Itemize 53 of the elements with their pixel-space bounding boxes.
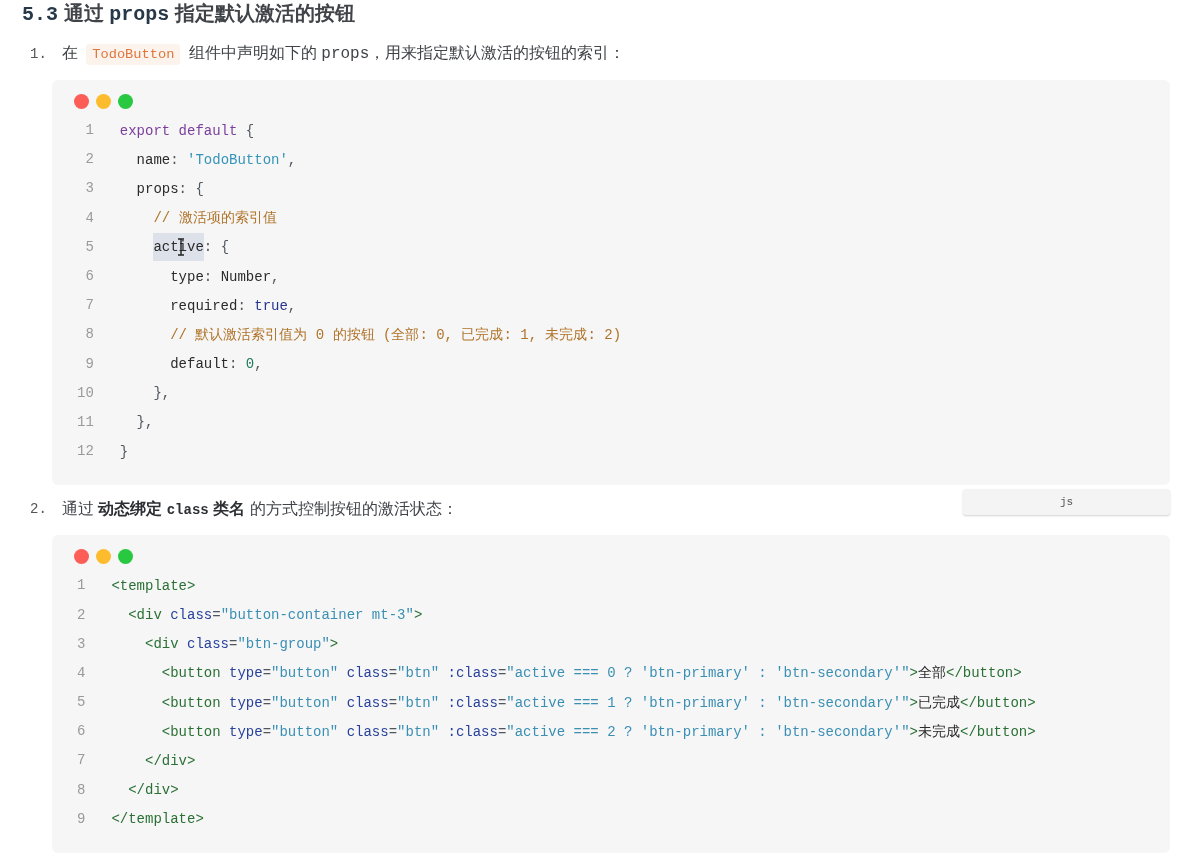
code-line: <div class="btn-group">: [144, 635, 339, 655]
line-number: 6: [84, 267, 94, 287]
line-number: 7: [84, 296, 94, 316]
line-number: 2: [84, 150, 94, 170]
list-number: 1.: [30, 45, 47, 64]
line-number: 12: [77, 442, 94, 462]
code-line: </div>: [127, 781, 179, 801]
code-line: <template>: [111, 576, 196, 596]
code-line: // 激活项的索引值: [152, 209, 277, 229]
window-dot-icon: [74, 94, 89, 109]
line-number: 9: [77, 809, 86, 829]
line-number: 8: [77, 780, 86, 800]
code-line: type: Number,: [169, 267, 280, 287]
code-line: // 默认激活索引值为 0 的按钮 (全部: 0, 已完成: 1, 未完成: 2): [169, 325, 622, 345]
window-dot-icon: [118, 549, 133, 565]
line-number: 1: [84, 121, 94, 141]
line-number: 8: [84, 325, 94, 345]
line-number: 6: [77, 722, 86, 742]
code-line: },: [135, 413, 154, 433]
section-heading: 5.3 通过 props 指定默认激活的按钮: [22, 1, 356, 26]
window-dot-icon: [96, 94, 111, 109]
line-number: 1: [77, 576, 86, 596]
line-number: 4: [77, 663, 86, 683]
list-text: 在 TodoButton 组件中声明如下的 props，用来指定默认激活的按钮的索引：: [61, 43, 626, 67]
line-number: 11: [77, 412, 94, 432]
code-line: required: true,: [169, 296, 297, 316]
window-dot-icon: [96, 549, 111, 565]
line-number: 7: [77, 751, 86, 771]
code-line: props: {: [135, 179, 204, 199]
list-number: 2.: [30, 500, 47, 520]
code-line: <button type="button" class="btn" :class="active === 0 ? 'btn-primary' : 'btn-secondary'">全部</button>: [160, 664, 1022, 684]
code-line: name: 'TodoButton',: [135, 150, 297, 170]
code-line: </template>: [111, 810, 204, 830]
window-dot-icon: [74, 549, 89, 565]
code-line: <div class="button-container mt-3">: [127, 606, 423, 626]
line-number: 10: [77, 383, 94, 403]
list-text: 通过 动态绑定 class 类名 的方式控制按钮的激活状态：: [61, 499, 458, 521]
code-line: }: [119, 442, 129, 462]
line-number: 4: [84, 208, 94, 228]
line-number: 3: [84, 179, 94, 199]
code-line: },: [152, 384, 171, 404]
code-line: <button type="button" class="btn" :class="active === 1 ? 'btn-primary' : 'btn-secondary'">已完成</button>: [160, 693, 1036, 713]
line-number: 2: [77, 605, 86, 625]
line-number: 3: [77, 634, 86, 654]
code-line: default: 0,: [169, 355, 263, 375]
language-label: js: [963, 489, 1170, 516]
window-dot-icon: [118, 94, 133, 109]
code-line: <button type="button" class="btn" :class="active === 2 ? 'btn-primary' : 'btn-secondary'">未完成</button>: [160, 722, 1036, 742]
code-line: export default {: [119, 121, 255, 141]
code-line: </div>: [144, 751, 196, 771]
line-number: 5: [84, 237, 94, 257]
line-number: 9: [84, 354, 94, 374]
line-number: 5: [77, 693, 86, 713]
